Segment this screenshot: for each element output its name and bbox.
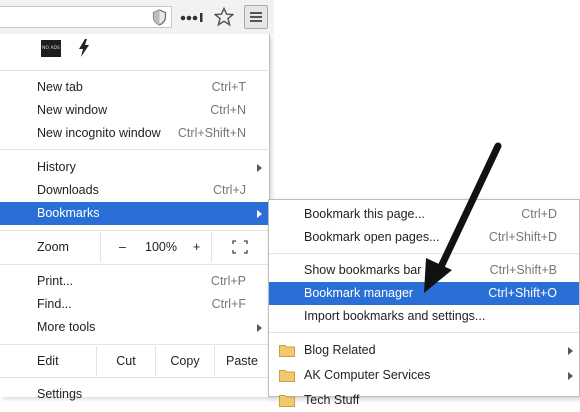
- submenu-item-label: Show bookmarks bar: [304, 263, 422, 277]
- menu-separator: [0, 149, 268, 150]
- zoom-level: 100%: [145, 240, 177, 254]
- menu-item-label: Downloads: [37, 183, 99, 197]
- submenu-item-label: Bookmark open pages...: [304, 230, 440, 244]
- menu-item-label: New tab: [37, 80, 83, 94]
- menu-item-shortcut: Ctrl+J: [213, 183, 246, 197]
- menu-item-new-window[interactable]: New window Ctrl+N: [0, 99, 268, 122]
- folder-label: AK Computer Services: [304, 368, 431, 382]
- bookmark-folder-tech-stuff[interactable]: Tech Stuff: [269, 389, 579, 412]
- hamburger-line: [250, 16, 262, 18]
- address-bar[interactable]: [0, 6, 172, 28]
- menu-item-label: Print...: [37, 274, 74, 288]
- menu-item-label: History: [37, 160, 76, 174]
- submenu-item-label: Bookmark manager: [304, 286, 414, 300]
- menu-item-label: Find...: [37, 297, 72, 311]
- menu-item-settings[interactable]: Settings: [0, 383, 268, 406]
- paste-button[interactable]: Paste: [214, 346, 269, 376]
- menu-item-downloads[interactable]: Downloads Ctrl+J: [0, 179, 268, 202]
- extensions-row: NO ADS: [0, 34, 268, 70]
- menu-item-label: More tools: [37, 320, 96, 334]
- shield-icon[interactable]: [152, 9, 167, 26]
- menu-separator: [0, 264, 268, 265]
- menu-item-label: Bookmarks: [37, 206, 100, 220]
- submenu-item-show-bookmarks-bar[interactable]: Show bookmarks bar Ctrl+Shift+B: [269, 259, 579, 282]
- menu-item-new-incognito-window[interactable]: New incognito window Ctrl+Shift+N: [0, 122, 268, 145]
- menu-item-more-tools[interactable]: More tools: [0, 316, 268, 339]
- noads-extension-icon[interactable]: NO ADS: [41, 40, 61, 57]
- menu-item-shortcut: Ctrl+P: [210, 274, 246, 288]
- menu-separator: [0, 377, 268, 378]
- menu-item-bookmarks[interactable]: Bookmarks: [0, 202, 268, 225]
- star-icon[interactable]: [214, 7, 234, 27]
- submenu-item-shortcut: Ctrl+D: [521, 207, 557, 221]
- cut-button[interactable]: Cut: [96, 346, 155, 376]
- hamburger-icon[interactable]: [244, 5, 268, 29]
- edit-label: Edit: [37, 354, 59, 368]
- menu-separator: [0, 230, 268, 231]
- copy-button[interactable]: Copy: [155, 346, 214, 376]
- menu-separator: [0, 70, 268, 71]
- folder-icon: [279, 345, 295, 357]
- submenu-separator: [269, 332, 579, 333]
- hamburger-line: [250, 20, 262, 22]
- menu-separator: [0, 344, 268, 345]
- folder-label: Tech Stuff: [304, 393, 360, 407]
- zoom-label: Zoom: [37, 240, 69, 254]
- bookmarks-submenu: Bookmark this page... Ctrl+D Bookmark op…: [268, 199, 580, 407]
- submenu-arrow-icon: [568, 347, 573, 355]
- bookmark-folder-ak-computer-services[interactable]: AK Computer Services: [269, 364, 579, 387]
- browser-toolbar: [0, 0, 274, 34]
- menu-item-label: Settings: [37, 387, 83, 401]
- zoom-row: Zoom – 100% +: [0, 232, 268, 262]
- submenu-item-bookmark-this-page[interactable]: Bookmark this page... Ctrl+D: [269, 203, 579, 226]
- dots-icon[interactable]: [180, 10, 206, 24]
- submenu-item-shortcut: Ctrl+Shift+B: [489, 263, 557, 277]
- lightning-icon[interactable]: [78, 39, 90, 57]
- submenu-arrow-icon: [257, 210, 262, 218]
- menu-item-print[interactable]: Print... Ctrl+P: [0, 270, 268, 293]
- menu-item-history[interactable]: History: [0, 156, 268, 179]
- submenu-item-shortcut: Ctrl+Shift+O: [488, 286, 557, 300]
- menu-item-label: New window: [37, 103, 108, 117]
- edit-row: Edit Cut Copy Paste: [0, 346, 268, 376]
- menu-item-shortcut: Ctrl+N: [210, 103, 246, 117]
- zoom-out-button[interactable]: –: [119, 232, 126, 262]
- submenu-item-shortcut: Ctrl+Shift+D: [488, 230, 557, 244]
- submenu-arrow-icon: [257, 164, 262, 172]
- folder-icon: [279, 370, 295, 382]
- submenu-item-label: Import bookmarks and settings...: [304, 309, 486, 323]
- chrome-main-menu: NO ADS New tab Ctrl+T New window Ctrl+N …: [0, 34, 270, 401]
- submenu-arrow-icon: [257, 324, 262, 332]
- menu-item-shortcut: Ctrl+Shift+N: [177, 126, 246, 140]
- submenu-item-import-bookmarks[interactable]: Import bookmarks and settings...: [269, 305, 579, 328]
- submenu-item-bookmark-manager[interactable]: Bookmark manager Ctrl+Shift+O: [269, 282, 579, 305]
- submenu-arrow-icon: [568, 372, 573, 380]
- submenu-item-bookmark-open-pages[interactable]: Bookmark open pages... Ctrl+Shift+D: [269, 226, 579, 249]
- zoom-controls: – 100% +: [100, 232, 212, 262]
- menu-item-label: New incognito window: [37, 126, 161, 140]
- submenu-item-label: Bookmark this page...: [304, 207, 425, 221]
- menu-item-shortcut: Ctrl+F: [211, 297, 246, 311]
- submenu-separator: [269, 253, 579, 254]
- folder-label: Blog Related: [304, 343, 376, 357]
- fullscreen-icon[interactable]: [232, 240, 248, 254]
- menu-item-find[interactable]: Find... Ctrl+F: [0, 293, 268, 316]
- menu-item-new-tab[interactable]: New tab Ctrl+T: [0, 76, 268, 99]
- folder-icon: [279, 395, 295, 407]
- bookmark-folder-blog-related[interactable]: Blog Related: [269, 339, 579, 362]
- menu-item-shortcut: Ctrl+T: [211, 80, 246, 94]
- hamburger-line: [250, 12, 262, 14]
- zoom-in-button[interactable]: +: [193, 232, 200, 262]
